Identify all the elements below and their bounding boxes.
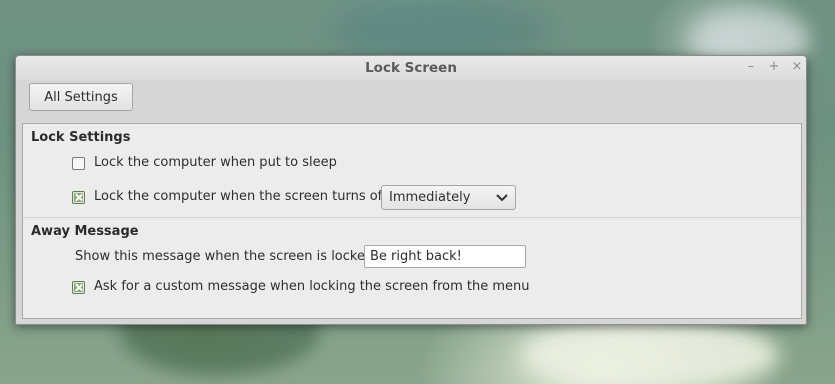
sleep-lock-checkbox[interactable] — [72, 157, 85, 170]
away-message-input[interactable] — [364, 245, 526, 268]
chevron-down-icon — [496, 194, 508, 202]
lock-delay-dropdown[interactable]: Immediately — [381, 185, 516, 210]
settings-panel: Lock Settings Lock the computer when put… — [22, 123, 802, 319]
window-titlebar[interactable]: Lock Screen – + × — [16, 56, 806, 80]
away-message-heading: Away Message — [31, 224, 139, 239]
background-blur-shape — [520, 320, 780, 384]
lock-screen-window: Lock Screen – + × All Settings Lock Sett… — [15, 55, 807, 325]
custom-message-label[interactable]: Ask for a custom message when locking th… — [94, 279, 530, 294]
all-settings-button[interactable]: All Settings — [29, 83, 133, 111]
window-title: Lock Screen — [365, 60, 457, 76]
section-divider — [23, 217, 801, 218]
screen-off-lock-label[interactable]: Lock the computer when the screen turns … — [94, 189, 387, 204]
away-message-label: Show this message when the screen is loc… — [75, 249, 378, 264]
checkmark-x-icon — [74, 283, 83, 292]
screen-off-lock-checkbox[interactable] — [72, 191, 85, 204]
background-blur-shape — [330, 0, 550, 60]
lock-delay-value: Immediately — [389, 190, 471, 205]
custom-message-checkbox[interactable] — [72, 281, 85, 294]
minimize-button[interactable]: – — [743, 59, 759, 75]
window-toolbar: All Settings — [16, 80, 806, 117]
close-button[interactable]: × — [789, 59, 805, 75]
sleep-lock-label[interactable]: Lock the computer when put to sleep — [94, 155, 337, 170]
maximize-button[interactable]: + — [766, 59, 782, 75]
checkmark-x-icon — [74, 193, 83, 202]
lock-settings-heading: Lock Settings — [31, 130, 131, 145]
